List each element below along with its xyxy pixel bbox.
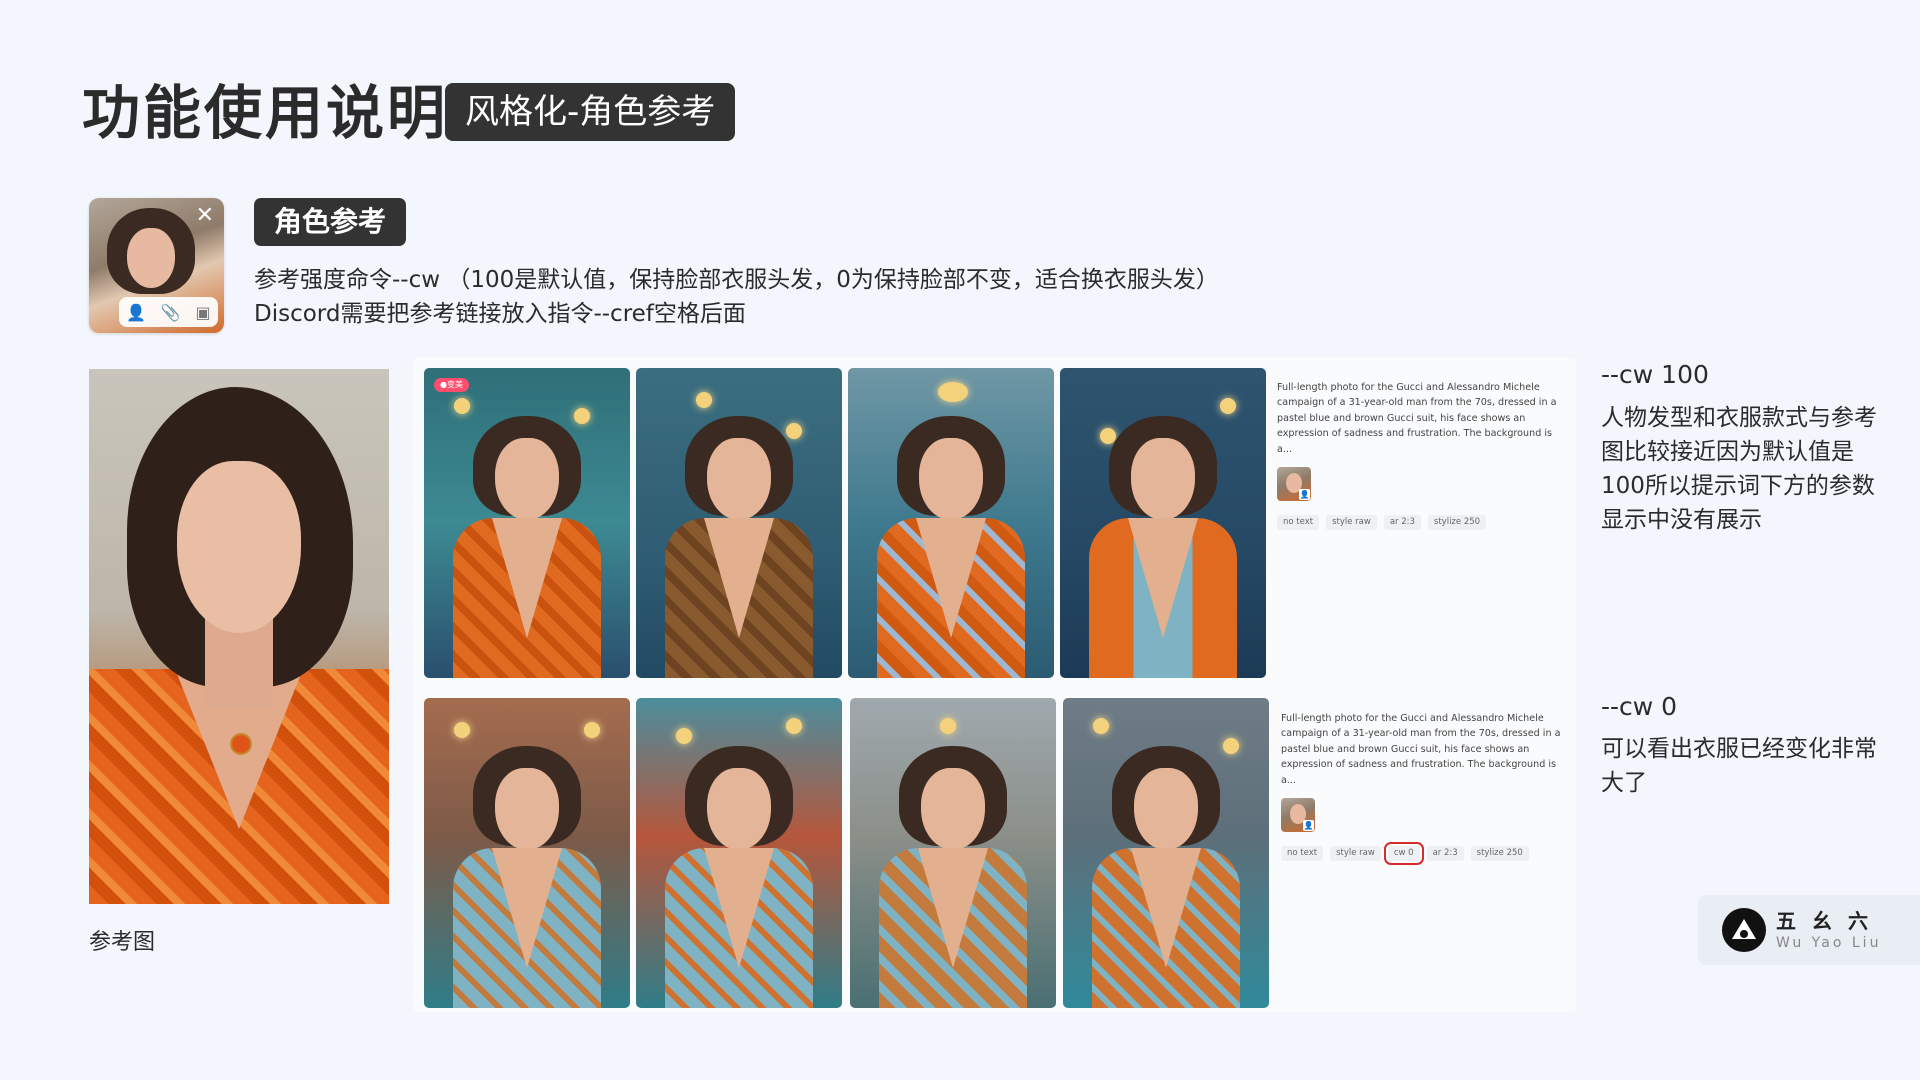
reference-caption: 参考图 [89, 930, 156, 955]
person-icon: 👤 [1299, 489, 1310, 501]
chip-cw-highlighted[interactable]: cw 0 [1383, 842, 1424, 866]
generated-image[interactable] [424, 698, 630, 1008]
generated-image[interactable] [848, 368, 1054, 678]
page-title: 功能使用说明 [82, 79, 449, 147]
prompt-block: Full-length photo for the Gucci and Ales… [1281, 711, 1571, 866]
parameter-chips: no text style raw cw 0 ar 2:3 stylize 25… [1281, 842, 1571, 866]
generated-image[interactable] [1063, 698, 1269, 1008]
chip-style-raw[interactable]: style raw [1330, 846, 1381, 862]
generated-image[interactable] [636, 368, 842, 678]
chip-style-raw[interactable]: style raw [1326, 515, 1377, 531]
person-icon[interactable]: 👤 [126, 303, 146, 322]
prompt-reference-thumbnail[interactable]: 👤 [1277, 467, 1311, 502]
thumbnail-face [127, 228, 175, 288]
generated-image[interactable] [850, 698, 1056, 1008]
prompt-block: Full-length photo for the Gucci and Ales… [1277, 380, 1567, 531]
person-icon: 👤 [1303, 820, 1314, 832]
prompt-text[interactable]: Full-length photo for the Gucci and Ales… [1281, 711, 1571, 788]
logo-english: Wu Yao Liu [1776, 935, 1882, 951]
brand-logo: 五幺六 Wu Yao Liu [1698, 895, 1920, 965]
paperclip-icon[interactable]: 📎 [161, 303, 181, 322]
note-heading-cw100: --cw 100 [1601, 360, 1709, 389]
parameter-chips: no text style raw ar 2:3 stylize 250 [1277, 515, 1567, 531]
section-tag: 角色参考 [254, 198, 407, 246]
title-tag: 风格化-角色参考 [445, 83, 736, 141]
generated-image[interactable] [1060, 368, 1266, 678]
chip-stylize[interactable]: stylize 250 [1427, 515, 1487, 531]
chip-no-text[interactable]: no text [1277, 515, 1320, 531]
reference-image [89, 369, 389, 904]
prompt-text[interactable]: Full-length photo for the Gucci and Ales… [1277, 380, 1567, 457]
reference-thumbnail[interactable]: ✕ 👤 📎 ▣ [89, 198, 224, 333]
reference-face [177, 461, 301, 633]
note-heading-cw0: --cw 0 [1601, 692, 1678, 721]
prompt-reference-thumbnail[interactable]: 👤 [1281, 798, 1315, 833]
description-line-1: 参考强度命令--cw （100是默认值，保持脸部衣服头发，0为保持脸部不变，适合… [254, 267, 1219, 293]
generated-image[interactable]: ●变美 [424, 368, 630, 678]
favorite-badge: ●变美 [434, 378, 469, 392]
reference-pendant [230, 733, 252, 755]
close-icon[interactable]: ✕ [196, 204, 214, 228]
reference-type-bar: 👤 📎 ▣ [119, 297, 218, 327]
chip-aspect-ratio[interactable]: ar 2:3 [1383, 515, 1421, 531]
chip-aspect-ratio[interactable]: ar 2:3 [1426, 846, 1464, 862]
chip-stylize[interactable]: stylize 250 [1470, 846, 1529, 862]
image-icon[interactable]: ▣ [196, 303, 211, 322]
note-body-cw100: 人物发型和衣服款式与参考图比较接近因为默认值是100所以提示词下方的参数显示中没… [1601, 405, 1877, 533]
note-body-cw0: 可以看出衣服已经变化非常大了 [1601, 736, 1877, 796]
generated-image[interactable] [636, 698, 842, 1008]
logo-icon [1722, 908, 1766, 952]
logo-chinese: 五幺六 [1776, 909, 1884, 933]
chip-no-text[interactable]: no text [1281, 846, 1324, 862]
description-line-2: Discord需要把参考链接放入指令--cref空格后面 [254, 301, 746, 327]
